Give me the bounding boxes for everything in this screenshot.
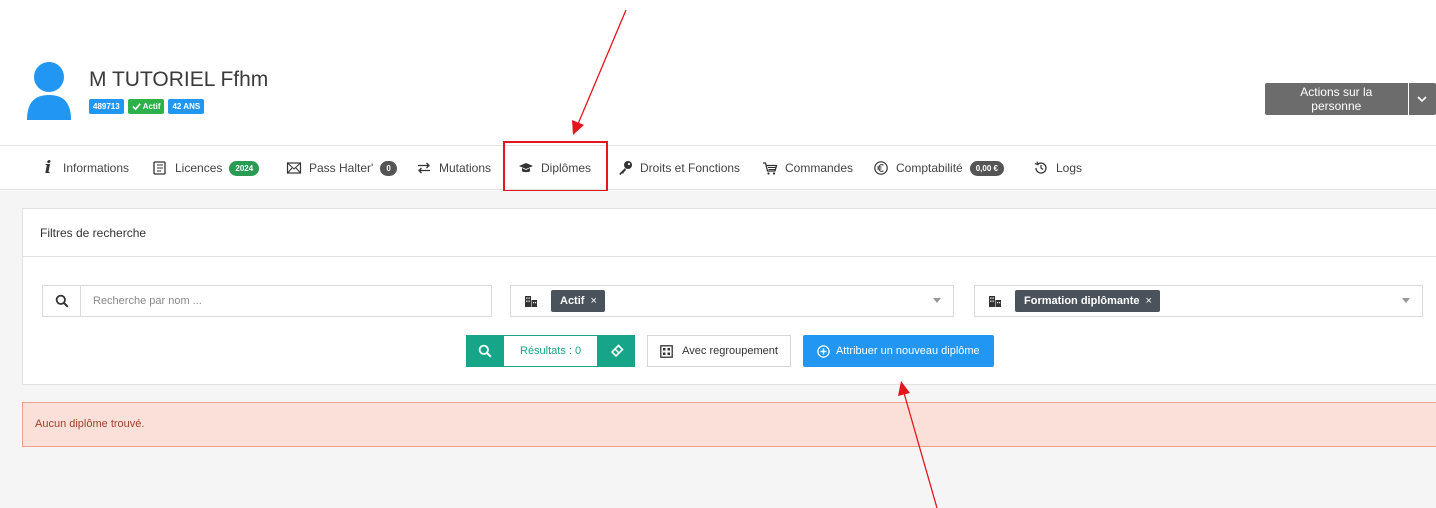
search-icon — [55, 294, 69, 308]
type-chip-remove-icon[interactable]: × — [1146, 290, 1152, 312]
tab-comptabilite[interactable]: Comptabilité 0,00 € — [873, 146, 1004, 190]
building-icon — [525, 296, 537, 307]
person-id-badge: 489713 — [89, 99, 124, 114]
type-filter-caret-icon — [1402, 298, 1410, 303]
user-avatar-icon — [27, 62, 71, 120]
status-filter-chip-label: Actif — [560, 295, 585, 307]
age-badge: 42 ANS — [168, 99, 205, 114]
status-filter-select[interactable]: Actif × — [510, 285, 954, 317]
licences-year-badge: 2024 — [229, 160, 260, 176]
grouping-toggle-button[interactable]: Avec regroupement — [647, 335, 791, 367]
search-actions: Résultats : 0 Avec regroupement Attribue… — [466, 335, 994, 367]
pass-icon — [286, 162, 302, 174]
licence-icon — [153, 161, 166, 175]
status-chip-remove-icon[interactable]: × — [590, 290, 596, 312]
tab-logs[interactable]: Logs — [1033, 146, 1082, 190]
graduation-cap-icon — [519, 163, 533, 173]
tab-comptabilite-label: Comptabilité — [896, 161, 963, 175]
name-search-box — [42, 285, 492, 317]
search-icon — [478, 344, 492, 358]
info-icon: i — [44, 158, 52, 178]
grouping-toggle-label: Avec regroupement — [682, 345, 778, 357]
person-actions-button[interactable]: Actions sur la personne — [1265, 83, 1408, 115]
type-filter-chip-label: Formation diplômante — [1024, 295, 1140, 307]
key-icon — [619, 161, 632, 175]
tab-pass-halter-label: Pass Halter' — [309, 161, 374, 175]
person-tabs: i Informations Licences 2024 Pass Halter… — [0, 145, 1436, 190]
run-search-button[interactable] — [466, 335, 503, 367]
results-count: Résultats : 0 — [503, 335, 599, 367]
cart-icon — [763, 162, 778, 175]
type-filter-select[interactable]: Formation diplômante × — [974, 285, 1423, 317]
tab-commandes[interactable]: Commandes — [762, 146, 853, 190]
tab-mutations[interactable]: Mutations — [416, 146, 491, 190]
tab-droits-fonctions[interactable]: Droits et Fonctions — [617, 146, 740, 190]
tab-mutations-label: Mutations — [439, 161, 492, 175]
status-badge: Actif — [127, 99, 165, 114]
type-filter-addon — [975, 286, 1015, 316]
name-search-input[interactable] — [81, 286, 491, 316]
main-content: Filtres de recherche Actif × Formation d… — [0, 191, 1436, 508]
pass-halter-count-badge: 0 — [380, 160, 397, 176]
type-filter-chip: Formation diplômante × — [1015, 290, 1160, 312]
no-results-alert: Aucun diplôme trouvé. — [22, 402, 1436, 447]
assign-diploma-button[interactable]: Attribuer un nouveau diplôme — [802, 335, 994, 367]
tab-licences[interactable]: Licences 2024 — [152, 146, 260, 190]
tab-logs-label: Logs — [1056, 161, 1083, 175]
check-icon — [132, 103, 141, 111]
plus-circle-icon — [817, 344, 830, 358]
search-addon — [43, 286, 81, 316]
search-filters-panel: Filtres de recherche Actif × Formation d… — [22, 208, 1436, 385]
building-icon — [989, 296, 1001, 307]
grid-icon — [660, 344, 673, 358]
history-icon — [1034, 161, 1047, 174]
person-actions: Actions sur la personne — [1265, 83, 1436, 115]
chevron-down-icon — [1417, 95, 1427, 102]
clear-filters-button[interactable] — [598, 335, 636, 367]
tab-licences-label: Licences — [175, 161, 223, 175]
person-name: M TUTORIEL Ffhm — [89, 68, 269, 91]
tab-informations-label: Informations — [63, 161, 130, 175]
status-filter-addon — [511, 286, 551, 316]
eraser-icon — [610, 344, 624, 358]
tab-commandes-label: Commandes — [785, 161, 854, 175]
euro-icon — [874, 161, 888, 175]
person-header: M TUTORIEL Ffhm 489713 Actif 42 ANS Acti… — [0, 0, 1436, 145]
tab-diplomes[interactable]: Diplômes — [518, 146, 591, 190]
transfer-arrows-icon — [418, 162, 430, 174]
comptabilite-balance-badge: 0,00 € — [969, 160, 1004, 176]
person-actions-dropdown-toggle[interactable] — [1408, 83, 1436, 115]
tab-pass-halter[interactable]: Pass Halter' 0 — [286, 146, 397, 190]
assign-diploma-label: Attribuer un nouveau diplôme — [835, 345, 980, 357]
status-filter-caret-icon — [933, 298, 941, 303]
status-badge-label: Actif — [142, 102, 161, 111]
person-badges: 489713 Actif 42 ANS — [89, 99, 205, 114]
tab-diplomes-label: Diplômes — [541, 161, 592, 175]
status-filter-chip: Actif × — [551, 290, 605, 312]
tab-informations[interactable]: i Informations — [40, 146, 129, 190]
tab-droits-fonctions-label: Droits et Fonctions — [640, 161, 741, 175]
results-group: Résultats : 0 — [466, 335, 636, 367]
filters-title: Filtres de recherche — [23, 209, 1436, 257]
